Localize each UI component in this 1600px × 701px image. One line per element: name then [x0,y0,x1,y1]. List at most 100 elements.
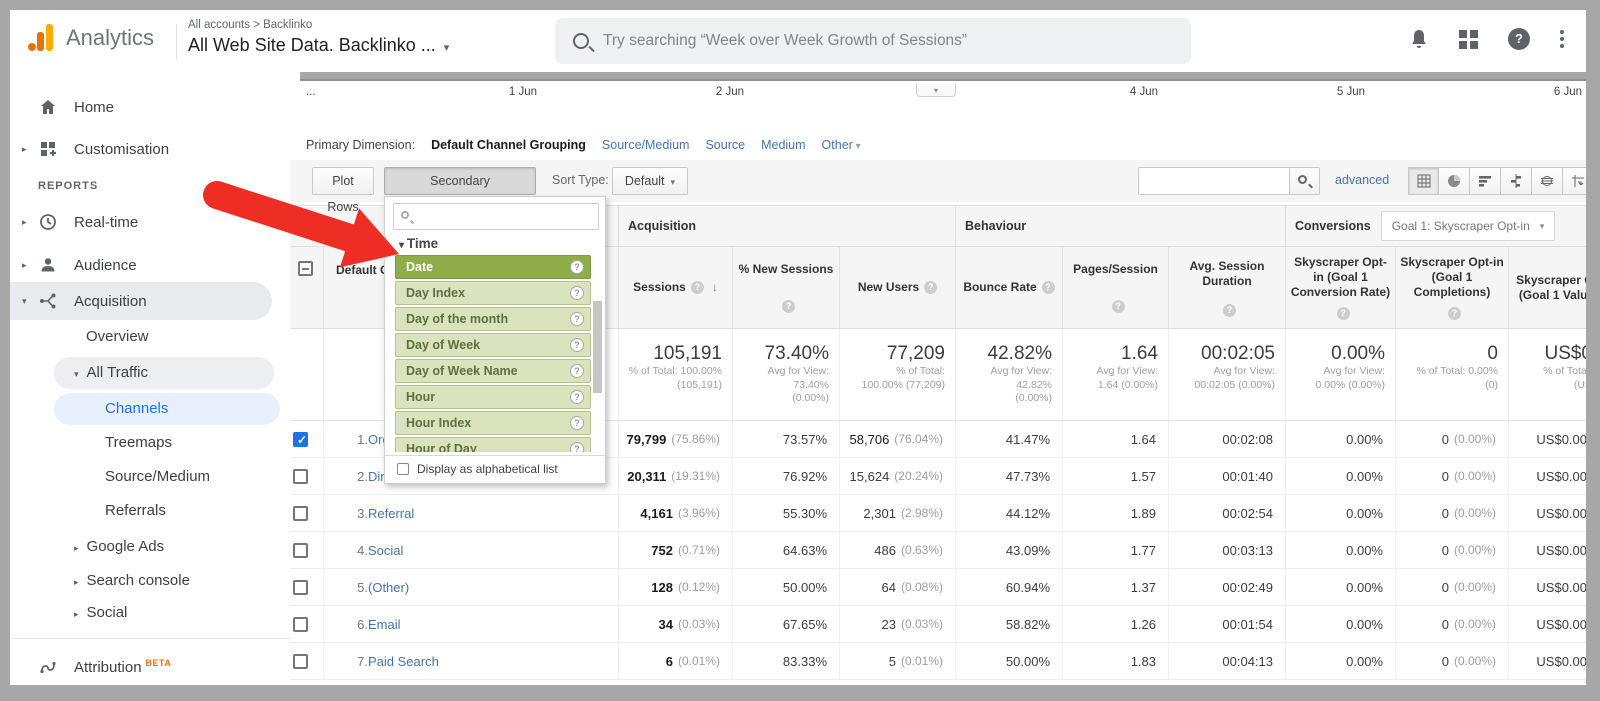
sort-type-label: Sort Type: [552,173,609,187]
sort-type-button[interactable]: Default▾ [612,167,688,195]
row-checkbox[interactable] [293,543,308,558]
dimension-default-channel-grouping[interactable]: Default Channel Grouping [431,138,586,152]
sidebar-item-treemaps[interactable]: Treemaps [105,434,172,451]
sidebar-item-audience[interactable]: Audience [10,250,290,280]
goal-selector[interactable]: Goal 1: Skyscraper Opt-in [1381,211,1556,241]
plot-rows-button[interactable]: Plot Rows [312,167,374,195]
view-table-button[interactable] [1408,167,1439,195]
dimension-option-hour[interactable]: Hour [395,385,591,409]
help-icon[interactable] [1112,300,1125,313]
channel-link[interactable]: Paid Search [368,654,439,669]
sidebar-item-channels[interactable]: Channels [105,400,168,417]
sidebar-item-attribution[interactable]: AttributionBETA [10,652,290,682]
row-checkbox[interactable] [293,506,308,521]
dimension-option-day-of-week-name[interactable]: Day of Week Name [395,359,591,383]
help-icon[interactable] [1448,307,1461,320]
notifications-bell-icon[interactable] [1409,28,1429,50]
primary-dimension-row: Primary Dimension: Default Channel Group… [306,138,861,152]
view-percentage-button[interactable] [1439,167,1470,195]
dimension-category-time[interactable]: Time [399,236,438,251]
help-icon[interactable] [570,416,584,430]
select-all-checkbox[interactable] [298,261,313,276]
channel-link[interactable]: Referral [368,506,414,521]
column-header-conversion-rate[interactable]: Skyscraper Opt-in (Goal 1 Conversion Rat… [1285,247,1395,328]
view-pivot-button[interactable] [1563,167,1586,195]
advanced-filter-link[interactable]: advanced [1335,173,1389,187]
apps-grid-icon[interactable] [1459,30,1478,49]
help-icon[interactable] [570,390,584,404]
column-header-session-duration[interactable]: Avg. Session Duration [1168,247,1285,328]
dimension-source-medium[interactable]: Source/Medium [602,138,690,152]
row-checkbox[interactable] [293,580,308,595]
sidebar-item-overview[interactable]: Overview [86,328,149,345]
help-icon[interactable] [691,281,704,294]
column-header-bounce-rate[interactable]: Bounce Rate [955,247,1062,328]
help-icon[interactable] [570,338,584,352]
kebab-menu-icon[interactable] [1560,30,1564,48]
column-header-new-sessions[interactable]: % New Sessions [732,247,839,328]
help-icon[interactable] [570,442,584,452]
row-checkbox[interactable] [293,469,308,484]
help-icon[interactable] [1223,304,1236,317]
help-icon[interactable] [1508,28,1530,50]
table-search-button[interactable] [1290,167,1320,195]
dimension-option-day-of-week[interactable]: Day of Week [395,333,591,357]
dropdown-scrollbar[interactable] [593,301,602,393]
channel-link[interactable]: (Other) [368,580,409,595]
dimension-medium[interactable]: Medium [761,138,805,152]
channel-link[interactable]: Social [368,543,403,558]
column-header-goal-value[interactable]: Skyscraper Op (Goal 1 Value) [1508,247,1586,328]
secondary-dimension-button[interactable]: Secondary dimension▾ [384,167,536,195]
column-header-completions[interactable]: Skyscraper Opt-in (Goal 1 Completions) [1395,247,1508,328]
alphabetical-list-checkbox[interactable] [397,463,409,475]
acquisition-icon [38,291,58,311]
sidebar-item-acquisition[interactable]: Acquisition [10,286,290,316]
dimension-option-date[interactable]: Date [395,255,591,279]
view-comparison-button[interactable] [1501,167,1532,195]
help-icon[interactable] [782,300,795,313]
column-header-new-users[interactable]: New Users [839,247,955,328]
sidebar-item-search-console[interactable]: ▸Search console [74,572,190,589]
dimension-search-box[interactable] [393,203,599,230]
dimension-option-day-index[interactable]: Day Index [395,281,591,305]
row-checkbox[interactable] [293,654,308,669]
search-input[interactable] [603,32,1123,50]
dimension-search-input[interactable] [416,206,594,227]
help-icon[interactable] [924,281,937,294]
view-performance-button[interactable] [1470,167,1501,195]
sidebar-item-social[interactable]: ▸Social [74,604,127,621]
help-icon[interactable] [570,286,584,300]
dimension-source[interactable]: Source [705,138,745,152]
timeline-expand-tab[interactable] [916,83,956,97]
sidebar-item-real-time[interactable]: Real-time [10,207,290,237]
table-filter-input[interactable] [1138,167,1290,195]
row-checkbox[interactable] [293,617,308,632]
sidebar-item-referrals[interactable]: Referrals [105,502,166,519]
sidebar-item-home[interactable]: Home [10,92,290,122]
view-term-cloud-button[interactable] [1532,167,1563,195]
expand-icon [22,260,27,271]
help-icon[interactable] [570,312,584,326]
dimension-other-dropdown[interactable]: Other [822,138,861,152]
sidebar-item-source-medium[interactable]: Source/Medium [105,468,210,485]
help-icon[interactable] [570,260,584,274]
dimension-option-hour-of-day[interactable]: Hour of Day [395,437,591,452]
row-checkbox[interactable] [293,432,308,447]
sidebar-item-all-traffic[interactable]: ▾All Traffic [74,364,148,381]
column-header-sessions[interactable]: Sessions↓ [618,247,732,328]
analytics-logo[interactable]: Analytics [26,23,154,53]
help-icon[interactable] [570,364,584,378]
sidebar-item-customisation[interactable]: Customisation [10,134,290,164]
column-header-pages-session[interactable]: Pages/Session [1062,247,1168,328]
dimension-option-day-of-month[interactable]: Day of the month [395,307,591,331]
dimension-option-hour-index[interactable]: Hour Index [395,411,591,435]
channel-link[interactable]: Email [368,617,401,632]
reports-section-label: REPORTS [38,180,98,192]
property-selector[interactable]: All Web Site Data. Backlinko ... [188,35,449,56]
help-icon[interactable] [1337,307,1350,320]
sidebar-item-google-ads[interactable]: ▸Google Ads [74,538,164,555]
global-search[interactable] [555,18,1191,64]
help-icon[interactable] [1042,281,1055,294]
primary-dimension-label: Primary Dimension: [306,138,415,152]
breadcrumb[interactable]: All accounts > Backlinko [188,19,312,31]
